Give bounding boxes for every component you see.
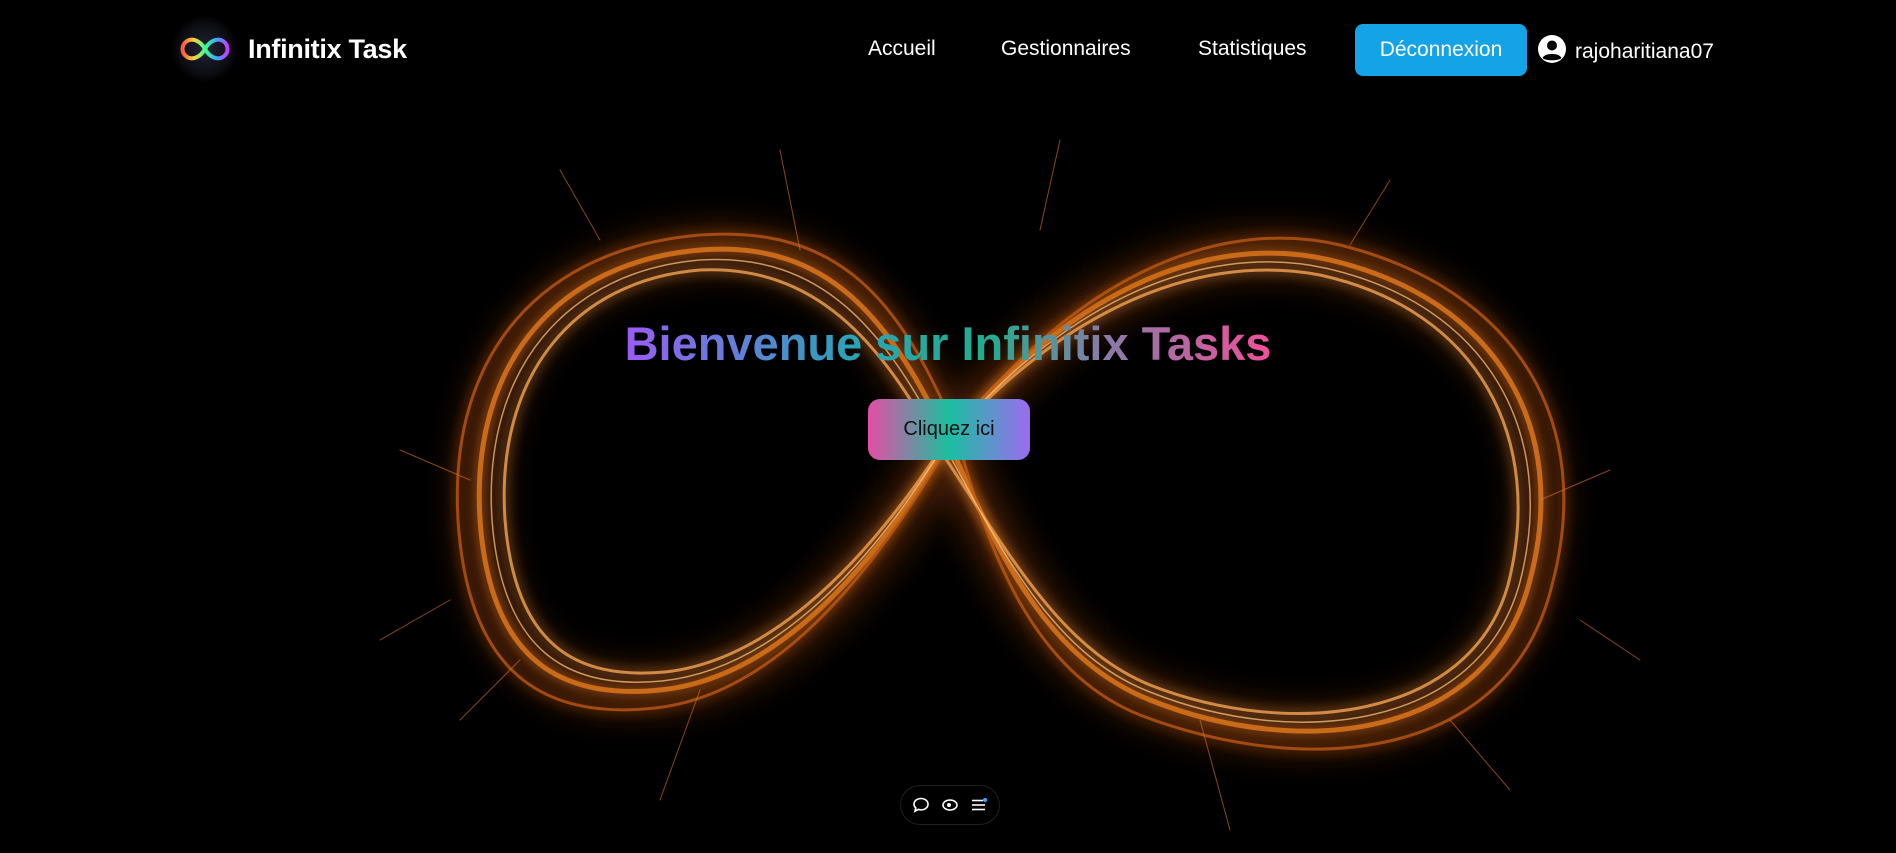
floating-toolbar [900, 785, 1000, 825]
hero-title: Bienvenue sur Infinitix Tasks [624, 317, 1272, 370]
top-navbar: Infinitix Task Accueil Gestionnaires Sta… [0, 0, 1896, 100]
user-circle-icon [1537, 34, 1567, 69]
user-profile[interactable]: rajoharitiana07 [1537, 34, 1714, 69]
cta-button[interactable]: Cliquez ici [868, 399, 1030, 460]
comment-icon[interactable] [910, 794, 932, 816]
nav-accueil[interactable]: Accueil [868, 37, 936, 61]
main-nav: Accueil Gestionnaires Statistiques Décon… [0, 24, 1896, 78]
menu-lines-icon[interactable] [968, 794, 990, 816]
nav-statistiques[interactable]: Statistiques [1198, 37, 1307, 61]
eye-icon[interactable] [939, 794, 961, 816]
logout-button[interactable]: Déconnexion [1355, 24, 1527, 76]
user-name: rajoharitiana07 [1575, 39, 1714, 63]
nav-gestionnaires[interactable]: Gestionnaires [1001, 37, 1131, 61]
